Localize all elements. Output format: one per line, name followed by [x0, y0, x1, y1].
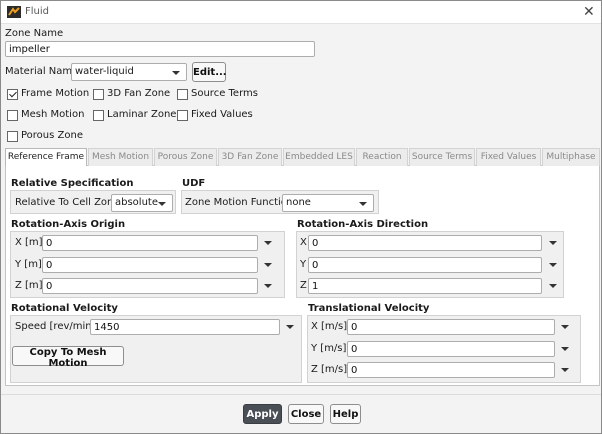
- chevron-down-icon[interactable]: [549, 263, 557, 267]
- direction-z-label: Z: [300, 280, 307, 291]
- zone-motion-function-label: Zone Motion Function: [185, 197, 294, 208]
- trans-z-input[interactable]: [347, 362, 555, 378]
- relative-cell-zone-select[interactable]: absolute: [111, 194, 173, 212]
- close-icon[interactable]: ✕: [583, 4, 595, 20]
- window-title: Fluid: [25, 6, 49, 17]
- close-button[interactable]: Close: [288, 404, 324, 424]
- origin-y-label: Y [m]: [15, 259, 42, 270]
- chevron-down-icon: [158, 202, 166, 206]
- chevron-down-icon[interactable]: [561, 325, 569, 329]
- direction-x-label: X: [300, 237, 307, 248]
- tab-bar: Reference Frame Mesh Motion Porous Zone …: [5, 148, 600, 167]
- porous-zone-label: Porous Zone: [21, 130, 83, 141]
- source-terms-label: Source Terms: [191, 88, 258, 99]
- footer-divider: [1, 394, 601, 395]
- mesh-motion-label: Mesh Motion: [21, 109, 85, 120]
- rotation-direction-title: Rotation-Axis Direction: [297, 219, 429, 230]
- rotation-origin-title: Rotation-Axis Origin: [11, 219, 126, 230]
- fan-zone-label: 3D Fan Zone: [107, 88, 171, 99]
- trans-y-input[interactable]: [347, 341, 555, 357]
- fixed-values-label: Fixed Values: [191, 109, 253, 120]
- trans-x-input[interactable]: [347, 319, 555, 335]
- chevron-down-icon[interactable]: [264, 284, 272, 288]
- speed-label: Speed [rev/min]: [15, 321, 96, 332]
- title-bar: Fluid ✕: [1, 1, 601, 24]
- fluid-dialog: Fluid ✕ Zone Name Material Name water-li…: [0, 0, 602, 434]
- rotational-velocity-title: Rotational Velocity: [11, 303, 118, 314]
- direction-y-label: Y: [300, 259, 307, 270]
- speed-input[interactable]: [90, 319, 280, 335]
- fluent-app-icon: [7, 6, 21, 18]
- copy-to-mesh-motion-button[interactable]: Copy To Mesh Motion: [12, 346, 124, 369]
- chevron-down-icon: [359, 202, 367, 206]
- frame-motion-checkbox[interactable]: [7, 89, 18, 100]
- direction-y-input[interactable]: [308, 257, 542, 273]
- trans-z-label: Z [m/s]: [311, 364, 348, 375]
- udf-title: UDF: [182, 178, 206, 189]
- origin-x-label: X [m]: [15, 237, 43, 248]
- direction-z-input[interactable]: [308, 278, 542, 294]
- relative-spec-title: Relative Specification: [11, 178, 134, 189]
- porous-zone-checkbox[interactable]: [7, 131, 18, 142]
- zone-motion-function-select[interactable]: none: [282, 194, 374, 212]
- chevron-down-icon[interactable]: [264, 263, 272, 267]
- edit-material-button[interactable]: Edit...: [192, 62, 227, 82]
- translational-velocity-title: Translational Velocity: [308, 303, 430, 314]
- chevron-down-icon[interactable]: [549, 241, 557, 245]
- trans-y-label: Y [m/s]: [311, 343, 347, 354]
- relative-cell-zone-value: absolute: [115, 197, 158, 208]
- chevron-down-icon: [172, 71, 180, 75]
- origin-z-input[interactable]: [42, 278, 258, 294]
- source-terms-checkbox[interactable]: [177, 89, 188, 100]
- fan-zone-checkbox[interactable]: [93, 89, 104, 100]
- tab-embedded-les[interactable]: Embedded LES: [283, 148, 355, 166]
- fixed-values-checkbox[interactable]: [177, 110, 188, 121]
- tab-mesh-motion[interactable]: Mesh Motion: [88, 148, 153, 166]
- material-name-label: Material Name: [5, 66, 79, 77]
- chevron-down-icon[interactable]: [549, 284, 557, 288]
- origin-z-label: Z [m]: [15, 280, 43, 291]
- zone-motion-function-value: none: [286, 197, 311, 208]
- frame-motion-label: Frame Motion: [21, 88, 90, 99]
- laminar-zone-label: Laminar Zone: [107, 109, 177, 120]
- zone-name-label: Zone Name: [5, 28, 64, 39]
- origin-y-input[interactable]: [42, 257, 258, 273]
- chevron-down-icon[interactable]: [286, 325, 294, 329]
- tab-source-terms[interactable]: Source Terms: [409, 148, 475, 166]
- tab-multiphase[interactable]: Multiphase: [542, 148, 600, 166]
- relative-cell-zone-label: Relative To Cell Zone: [15, 197, 120, 208]
- material-select[interactable]: water-liquid: [71, 63, 187, 81]
- help-button[interactable]: Help: [330, 404, 361, 424]
- chevron-down-icon[interactable]: [561, 347, 569, 351]
- laminar-zone-checkbox[interactable]: [93, 110, 104, 121]
- tab-3d-fan-zone[interactable]: 3D Fan Zone: [218, 148, 282, 166]
- direction-x-input[interactable]: [308, 235, 542, 251]
- tab-porous-zone[interactable]: Porous Zone: [154, 148, 217, 166]
- apply-button[interactable]: Apply: [243, 404, 282, 424]
- zone-name-input[interactable]: [5, 41, 315, 57]
- tab-fixed-values[interactable]: Fixed Values: [476, 148, 541, 166]
- mesh-motion-checkbox[interactable]: [7, 110, 18, 121]
- tab-reaction[interactable]: Reaction: [356, 148, 408, 166]
- chevron-down-icon[interactable]: [561, 368, 569, 372]
- tab-reference-frame[interactable]: Reference Frame: [5, 148, 87, 167]
- material-select-value: water-liquid: [75, 66, 134, 77]
- origin-x-input[interactable]: [42, 235, 258, 251]
- chevron-down-icon[interactable]: [264, 241, 272, 245]
- trans-x-label: X [m/s]: [311, 321, 348, 332]
